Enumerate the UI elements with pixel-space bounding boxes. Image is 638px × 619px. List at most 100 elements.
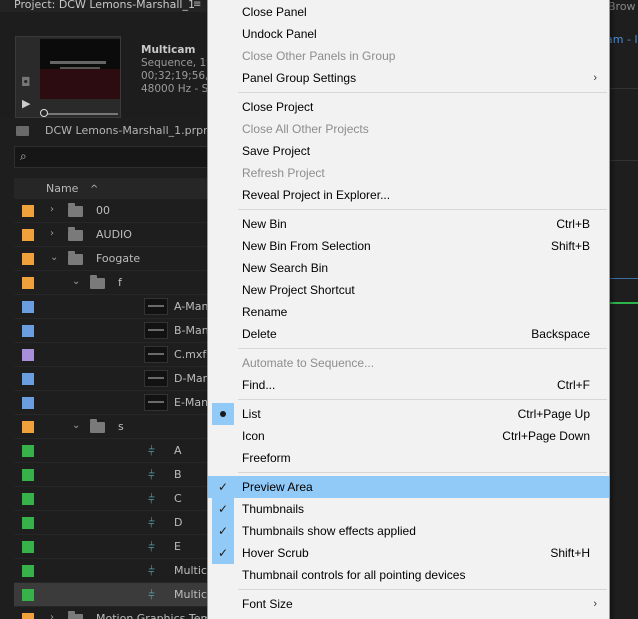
project-item-row[interactable]: ⌄ f	[14, 271, 210, 295]
menu-item-new-project-shortcut[interactable]: New Project Shortcut	[208, 279, 609, 301]
project-item-label: C.mxf	[174, 348, 207, 361]
name-column-header[interactable]: Name ^	[14, 178, 210, 199]
menu-item-rename[interactable]: Rename	[208, 301, 609, 323]
menu-item-new-bin[interactable]: New Bin Ctrl+B	[208, 213, 609, 235]
project-item-row[interactable]: ⫩ Multicam	[14, 559, 224, 583]
project-item-row[interactable]: › 00	[14, 199, 210, 223]
label-color-chip[interactable]	[22, 469, 34, 481]
play-icon[interactable]: ▶	[22, 97, 30, 110]
label-color-chip[interactable]	[22, 229, 34, 241]
menu-item-refresh-project[interactable]: Refresh Project	[208, 162, 609, 184]
menu-item-close-project[interactable]: Close Project	[208, 96, 609, 118]
label-color-chip[interactable]	[22, 421, 34, 433]
project-item-label: E	[174, 540, 181, 553]
multicam-sequence-icon: ⫩	[148, 588, 155, 602]
menu-item-label: Automate to Sequence...	[242, 356, 375, 370]
menu-separator	[238, 92, 607, 93]
project-item-row[interactable]: A-Manny_QT-…	[14, 295, 257, 319]
menu-item-close-other-panels-in-group[interactable]: Close Other Panels in Group	[208, 45, 609, 67]
project-panel-tab[interactable]: Project: DCW Lemons-Marshall_1 ≡	[0, 0, 210, 12]
project-item-row[interactable]: B-Manny_Q-IC…	[14, 319, 263, 343]
menu-item-find[interactable]: Find... Ctrl+F	[208, 374, 609, 396]
label-color-chip[interactable]	[22, 277, 34, 289]
expand-chevron-right-icon[interactable]: ›	[50, 612, 54, 619]
menu-item-new-bin-from-selection[interactable]: New Bin From Selection Shift+B	[208, 235, 609, 257]
menu-item-thumbnail-controls-for-all-pointing-devices[interactable]: Thumbnail controls for all pointing devi…	[208, 564, 609, 586]
expand-chevron-right-icon[interactable]: ›	[50, 228, 54, 239]
project-item-row[interactable]: ⫩ D	[14, 511, 210, 535]
multicam-sequence-icon: ⫩	[148, 564, 155, 578]
menu-item-label: New Bin From Selection	[242, 239, 371, 253]
project-item-label: A	[174, 444, 182, 457]
project-item-row[interactable]: E-Manny_QT-…	[14, 391, 256, 415]
project-item-row[interactable]: › AUDIO	[14, 223, 210, 247]
menu-item-freeform[interactable]: Freeform	[208, 447, 609, 469]
menu-item-label: Icon	[242, 429, 265, 443]
menu-item-hover-scrub[interactable]: ✓ Hover Scrub Shift+H	[208, 542, 609, 564]
project-item-row[interactable]: ⫩ A	[14, 439, 210, 463]
menu-item-undock-panel[interactable]: Undock Panel	[208, 23, 609, 45]
poster-frame-camera-icon[interactable]: ◘	[21, 75, 31, 89]
menu-item-close-panel[interactable]: Close Panel	[208, 1, 609, 23]
bin-folder-icon	[68, 251, 83, 265]
menu-item-font-size[interactable]: Font Size ›	[208, 593, 609, 615]
label-color-chip[interactable]	[22, 565, 34, 577]
menu-item-shortcut: Ctrl+Page Down	[502, 429, 590, 443]
search-icon: ⌕	[20, 149, 27, 163]
project-item-row[interactable]: ⫩ C	[14, 487, 210, 511]
label-color-chip[interactable]	[22, 397, 34, 409]
project-file-name: DCW Lemons-Marshall_1.prproj	[45, 124, 210, 137]
project-item-row[interactable]: C.mxf	[14, 343, 210, 367]
media-browser-tab[interactable]: Brow	[608, 0, 636, 13]
project-item-row[interactable]: ⫩ B	[14, 463, 210, 487]
project-item-row[interactable]: › Motion Graphics Temp…	[14, 607, 229, 619]
menu-item-close-all-other-projects[interactable]: Close All Other Projects	[208, 118, 609, 140]
menu-item-new-search-bin[interactable]: New Search Bin	[208, 257, 609, 279]
menu-item-thumbnails-show-effects-applied[interactable]: ✓ Thumbnails show effects applied	[208, 520, 609, 542]
menu-item-panel-group-settings[interactable]: Panel Group Settings ›	[208, 67, 609, 89]
menu-item-reveal-project-in-explorer[interactable]: Reveal Project in Explorer...	[208, 184, 609, 206]
expand-chevron-right-icon[interactable]: ›	[50, 204, 54, 215]
project-item-row[interactable]: ⌄ Foogate	[14, 247, 210, 271]
project-item-row[interactable]: ⫩ Multicam	[14, 583, 224, 607]
menu-item-automate-to-sequence[interactable]: Automate to Sequence...	[208, 352, 609, 374]
project-search-input[interactable]: ⌕	[14, 146, 210, 168]
label-color-chip[interactable]	[22, 301, 34, 313]
menu-item-delete[interactable]: Delete Backspace	[208, 323, 609, 345]
label-color-chip[interactable]	[22, 373, 34, 385]
label-color-chip[interactable]	[22, 517, 34, 529]
menu-item-label: Close Project	[242, 100, 314, 114]
label-color-chip[interactable]	[22, 589, 34, 601]
timeline-audio-meter-line	[608, 302, 638, 304]
timeline-tab-label[interactable]: am - I	[606, 33, 638, 46]
menu-item-list[interactable]: List Ctrl+Page Up	[208, 403, 609, 425]
label-color-chip[interactable]	[22, 253, 34, 265]
project-item-row[interactable]: D-Manny_QT-…	[14, 367, 258, 391]
project-item-row[interactable]: ⫩ E	[14, 535, 210, 559]
label-color-chip[interactable]	[22, 541, 34, 553]
label-color-chip[interactable]	[22, 493, 34, 505]
expand-chevron-down-icon[interactable]: ⌄	[72, 276, 80, 287]
preview-thumbnail[interactable]: ◘ ▶	[15, 36, 121, 118]
menu-item-label: Rename	[242, 305, 288, 319]
label-color-chip[interactable]	[22, 613, 34, 619]
menu-item-preview-area[interactable]: ✓ Preview Area	[208, 476, 609, 498]
menu-item-label: Thumbnails show effects applied	[242, 524, 416, 538]
preview-scrub-handle[interactable]	[40, 109, 48, 117]
label-color-chip[interactable]	[22, 349, 34, 361]
expand-chevron-down-icon[interactable]: ⌄	[72, 420, 80, 431]
label-color-chip[interactable]	[22, 445, 34, 457]
divider	[608, 160, 638, 161]
menu-item-save-project[interactable]: Save Project	[208, 140, 609, 162]
menu-item-thumbnails[interactable]: ✓ Thumbnails	[208, 498, 609, 520]
label-color-chip[interactable]	[22, 205, 34, 217]
checkmark-glyph: ✓	[217, 546, 229, 560]
preview-scrub-bar[interactable]	[42, 113, 118, 115]
label-color-chip[interactable]	[22, 325, 34, 337]
expand-chevron-down-icon[interactable]: ⌄	[50, 252, 58, 263]
menu-item-icon[interactable]: Icon Ctrl+Page Down	[208, 425, 609, 447]
project-item-row[interactable]: ⌄ s	[14, 415, 210, 439]
panel-menu-icon[interactable]: ≡	[193, 0, 201, 10]
project-item-label: 00	[96, 204, 110, 217]
checkmark-icon: ✓	[212, 520, 234, 542]
